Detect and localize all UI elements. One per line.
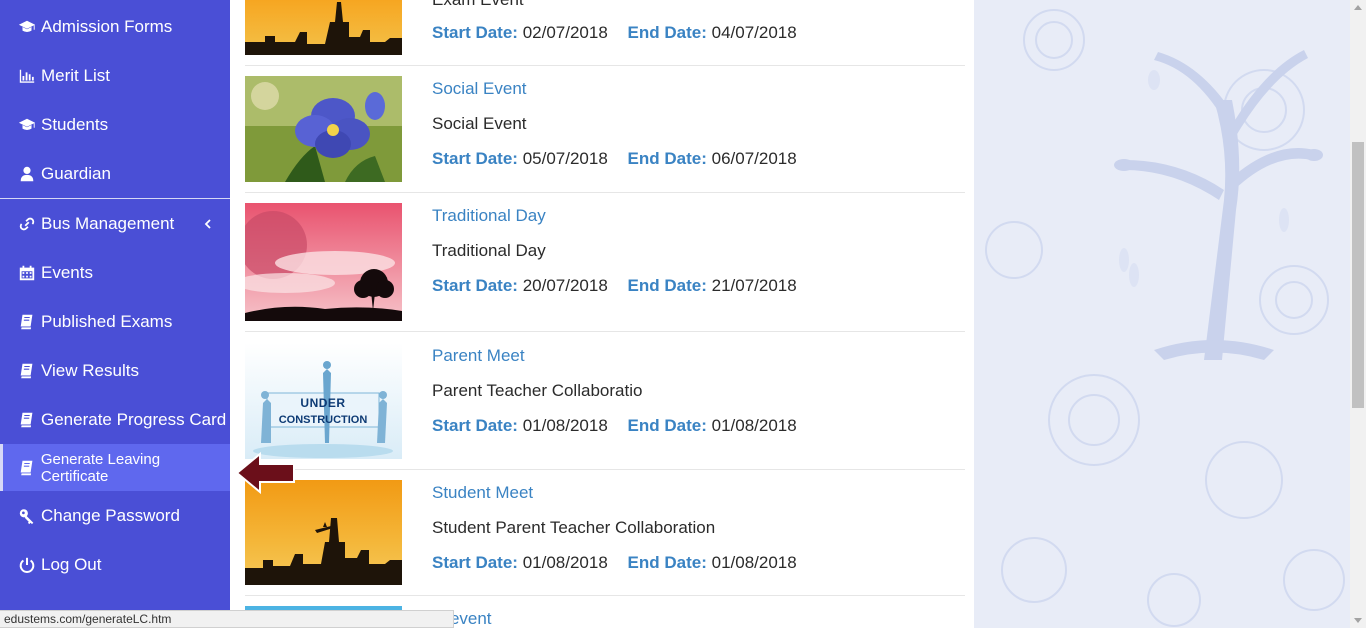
sidebar-item-guardian[interactable]: Guardian [0,149,230,198]
event-dates: Start Date: 01/08/2018 End Date: 01/08/2… [432,416,797,436]
sidebar-item-label: Bus Management [41,213,175,233]
svg-text:CONSTRUCTION: CONSTRUCTION [279,414,368,426]
graduation-cap-icon [17,17,37,37]
scroll-down-arrow-icon[interactable] [1354,618,1362,623]
key-icon [17,506,37,526]
start-date-value: 01/08/2018 [522,553,608,572]
sidebar-item-merit-list[interactable]: Merit List [0,51,230,100]
event-description: Exam Event [432,0,524,10]
sidebar-item-label: Log Out [41,554,102,574]
link-icon [17,214,37,234]
sidebar-item-label: Students [41,114,109,134]
event-dates: Start Date: 05/07/2018 End Date: 06/07/2… [432,149,797,169]
start-date-value: 02/07/2018 [522,23,608,42]
end-date-label: End Date: [627,553,707,572]
end-date-value: 06/07/2018 [711,149,797,168]
sidebar-item-label: Admission Forms [41,16,173,36]
events-list: Exam Event Start Date: 02/07/2018 End Da… [230,0,974,628]
user-icon [17,164,37,184]
sidebar-item-view-results[interactable]: View Results [0,346,230,395]
start-date-value: 05/07/2018 [522,149,608,168]
book-icon [17,312,37,332]
sidebar-item-generate-progress-card[interactable]: Generate Progress Card [0,395,230,444]
event-description: Parent Teacher Collaboratio [432,381,643,400]
sidebar-item-label: Events [41,262,93,282]
event-description: Traditional Day [432,241,546,260]
sidebar-item-admission-forms[interactable]: Admission Forms [0,2,230,51]
sidebar-item-label: Published Exams [41,311,173,331]
bar-chart-icon [17,66,37,86]
event-title-link[interactable]: Student Meet [432,483,533,503]
sidebar-item-label: View Results [41,360,139,380]
start-date-value: 20/07/2018 [522,276,608,295]
pointer-arrow-icon [234,450,298,496]
calendar-icon [17,263,37,283]
sidebar-item-events[interactable]: Events [0,248,230,297]
start-date-label: Start Date: [432,23,518,42]
sidebar-item-label: Generate Leaving Certificate [40,450,161,485]
sidebar-item-label: Merit List [41,65,110,85]
book-icon [17,361,37,381]
sidebar-item-log-out[interactable]: Log Out [0,540,230,589]
event-title-link[interactable]: Parent Meet [432,346,525,366]
end-date-label: End Date: [627,416,707,435]
list-item: Social Event Social Event Start Date: 05… [245,66,965,193]
end-date-label: End Date: [627,23,707,42]
event-dates: Start Date: 01/08/2018 End Date: 01/08/2… [432,553,797,573]
sidebar: Admission Forms Merit List Students Guar… [0,0,230,628]
event-description: Social Event [432,114,527,133]
sidebar-item-label: Generate Progress Card [41,409,227,429]
event-thumbnail[interactable] [245,203,402,321]
end-date-value: 21/07/2018 [711,276,797,295]
event-dates: Start Date: 20/07/2018 End Date: 21/07/2… [432,276,797,296]
chevron-left-icon [204,216,212,230]
list-item: UNDER CONSTRUCTION Parent Meet Parent Te… [245,332,965,470]
power-icon [17,555,37,575]
sidebar-item-bus-management[interactable]: Bus Management [0,199,230,248]
start-date-label: Start Date: [432,416,518,435]
event-thumbnail[interactable] [245,76,402,182]
start-date-value: 01/08/2018 [522,416,608,435]
end-date-label: End Date: [627,149,707,168]
end-date-label: End Date: [627,276,707,295]
svg-text:UNDER: UNDER [300,396,345,410]
event-thumbnail[interactable] [245,0,402,55]
scroll-up-arrow-icon[interactable] [1354,5,1362,10]
vertical-scrollbar[interactable] [1350,0,1366,628]
sidebar-item-label: Change Password [41,505,180,525]
browser-status-bar: edustems.com/generateLC.htm [0,610,454,628]
list-item: Traditional Day Traditional Day Start Da… [245,193,965,332]
list-item: Student Meet Student Parent Teacher Coll… [245,470,965,596]
book-icon [17,410,37,430]
scrollbar-thumb[interactable] [1352,142,1364,408]
book-icon [17,458,37,478]
end-date-value: 01/08/2018 [711,416,797,435]
status-url: edustems.com/generateLC.htm [4,612,172,626]
start-date-label: Start Date: [432,276,518,295]
event-thumbnail[interactable]: UNDER CONSTRUCTION [245,343,402,459]
event-title-link[interactable]: Traditional Day [432,206,546,226]
end-date-value: 01/08/2018 [711,553,797,572]
graduation-cap-icon [17,115,37,135]
sidebar-item-label: Guardian [41,163,111,183]
list-item: Exam Event Start Date: 02/07/2018 End Da… [245,0,965,66]
event-title-link[interactable]: Social Event [432,79,527,99]
decorative-background [974,0,1350,628]
sidebar-item-published-exams[interactable]: Published Exams [0,297,230,346]
sidebar-item-change-password[interactable]: Change Password [0,491,230,540]
sidebar-item-students[interactable]: Students [0,100,230,149]
start-date-label: Start Date: [432,149,518,168]
event-description: Student Parent Teacher Collaboration [432,518,716,537]
start-date-label: Start Date: [432,553,518,572]
end-date-value: 04/07/2018 [711,23,797,42]
sidebar-item-generate-leaving-certificate[interactable]: Generate Leaving Certificate [0,444,230,491]
event-dates: Start Date: 02/07/2018 End Date: 04/07/2… [432,23,797,43]
